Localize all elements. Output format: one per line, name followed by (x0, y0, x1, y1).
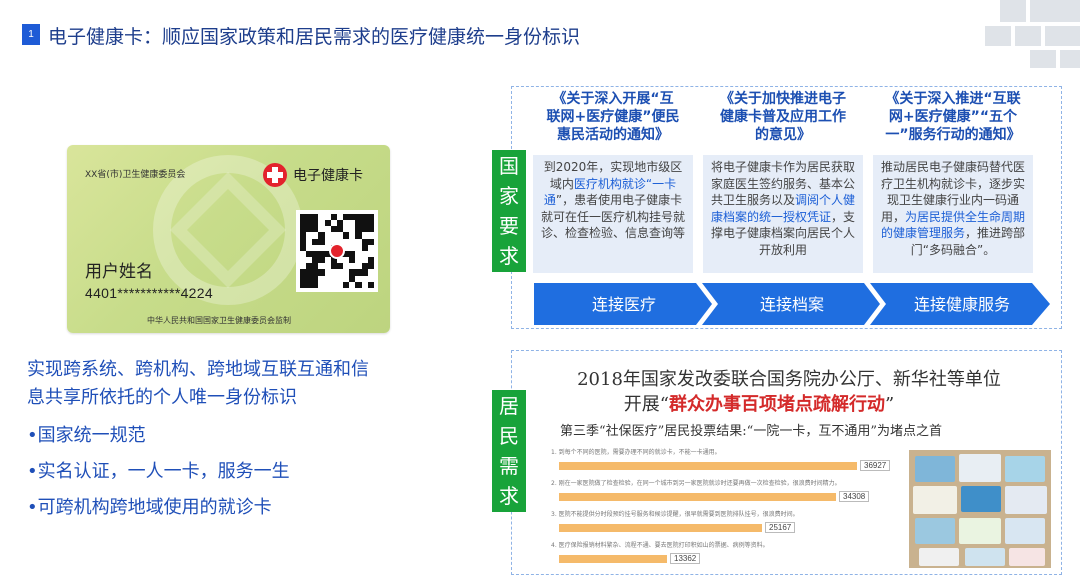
policy-title-2: 《关于加快推进电子 健康卡普及应用工作 的意见》 (720, 91, 846, 143)
summary-bullet: •实名认证，一人一卡，服务一生 (27, 461, 290, 482)
vote-label: 2. 刚在一家医院做了检查检验，在同一个城市到另一家医院就诊时还要再做一次检查检… (551, 480, 841, 487)
card-holder-name: 用户姓名 (85, 262, 153, 282)
vote-item: 1. 到每个不同的医院，需要办理不同的就诊卡，不能一卡通用。 36927 (551, 447, 891, 471)
arrow-label-3: 连接健康服务 (914, 295, 1010, 314)
health-cards-photo (909, 450, 1051, 568)
summary-line: 息共享所依托的个人唯一身份标识 (27, 387, 297, 408)
vote-item: 2. 刚在一家医院做了检查检验，在同一个城市到另一家医院就诊时还要再做一次检查检… (551, 478, 891, 502)
page-title: 电子健康卡：顺应国家政策和居民需求的医疗健康统一身份标识 (48, 26, 581, 48)
summary-bullet: •国家统一规范 (27, 425, 146, 446)
vote-item: 3. 医院不能提供分时段预约挂号服务和候诊提醒，很早就需要到医院排队挂号，很浪费… (551, 509, 891, 533)
policy-body-3: 推动居民电子健康码替代医疗卫生机构就诊卡，逐步实现卫生健康行业内一码通用，为居民… (873, 155, 1033, 273)
survey-headline-2: 开展“群众办事百项堵点疏解行动” (623, 394, 895, 415)
policy-body-2: 将电子健康卡作为居民获取家庭医生签约服务、基本公共卫生服务以及调阅个人健康档案的… (703, 155, 863, 273)
national-requirements-label: 国家要求 (492, 150, 526, 272)
connection-arrows: 连接医疗 连接档案 连接健康服务 (534, 283, 1050, 325)
qr-code-icon (296, 210, 378, 292)
vote-label: 1. 到每个不同的医院，需要办理不同的就诊卡，不能一卡通用。 (551, 449, 721, 456)
resident-demand-label: 居民需求 (492, 390, 526, 512)
policy-text: ”，患者使用电子健康 (555, 193, 671, 207)
qr-logo-icon (329, 243, 345, 259)
vote-count: 13362 (670, 553, 701, 564)
vote-bar (559, 462, 857, 470)
policy-body-1: 到2020年，实现地市级区域内医疗机构就诊“一卡通”，患者使用电子健康卡就可在任… (533, 155, 693, 273)
card-brand: 电子健康卡 (293, 168, 363, 184)
arrow-label-1: 连接医疗 (592, 295, 656, 314)
vote-item: 4. 医疗保险报销材料繁杂、流程不通、要去医院打印积如山的票据、病例等资料。 13… (551, 540, 891, 564)
arrow-label-2: 连接档案 (760, 295, 824, 314)
card-issuer: XX省(市)卫生健康委员会 (85, 170, 186, 180)
card-footer: 中华人民共和国国家卫生健康委员会监制 (147, 316, 291, 325)
vote-bar (559, 524, 762, 532)
policy-title-3: 《关于深入推进“互联 网+医疗健康”“五个 一”服务行动的通知》 (885, 91, 1021, 143)
survey-subtitle: 第三季“社保医疗”居民投票结果:“一院一卡，互不通用”为堵点之首 (560, 424, 942, 439)
vote-label: 4. 医疗保险报销材料繁杂、流程不通、要去医院打印积如山的票据、病例等资料。 (551, 542, 769, 549)
policy-highlight: 医疗机构就诊“一卡 (573, 176, 677, 191)
vote-bar (559, 555, 667, 563)
survey-headline: 2018年国家发改委联合国务院办公厅、新华社等单位 (577, 369, 1001, 390)
card-number: 4401***********4224 (85, 285, 213, 301)
vote-count: 36927 (860, 460, 891, 471)
vote-count: 34308 (839, 491, 870, 502)
vote-label: 3. 医院不能提供分时段预约挂号服务和候诊提醒，很早就需要到医院排队挂号，很浪费… (551, 511, 799, 518)
policy-text: 域内 (549, 176, 574, 191)
policy-highlight: 通 (543, 193, 556, 207)
policy-title-1: 《关于深入开展“互 联网+医疗健康”便民 惠民活动的通知》 (546, 91, 680, 143)
vote-count: 25167 (765, 522, 796, 533)
red-cross-icon (263, 163, 287, 187)
summary-line: 实现跨系统、跨机构、跨地域互联互通和信 (27, 359, 369, 380)
section-number-badge: 1 (22, 24, 40, 45)
vote-bar (559, 493, 836, 501)
health-card-image: XX省(市)卫生健康委员会 电子健康卡 用户姓名 4401***********… (67, 145, 390, 333)
policy-text: 到2020年，实现地市级区 (543, 160, 683, 174)
summary-bullet: •可跨机构跨地域使用的就诊卡 (27, 497, 272, 518)
